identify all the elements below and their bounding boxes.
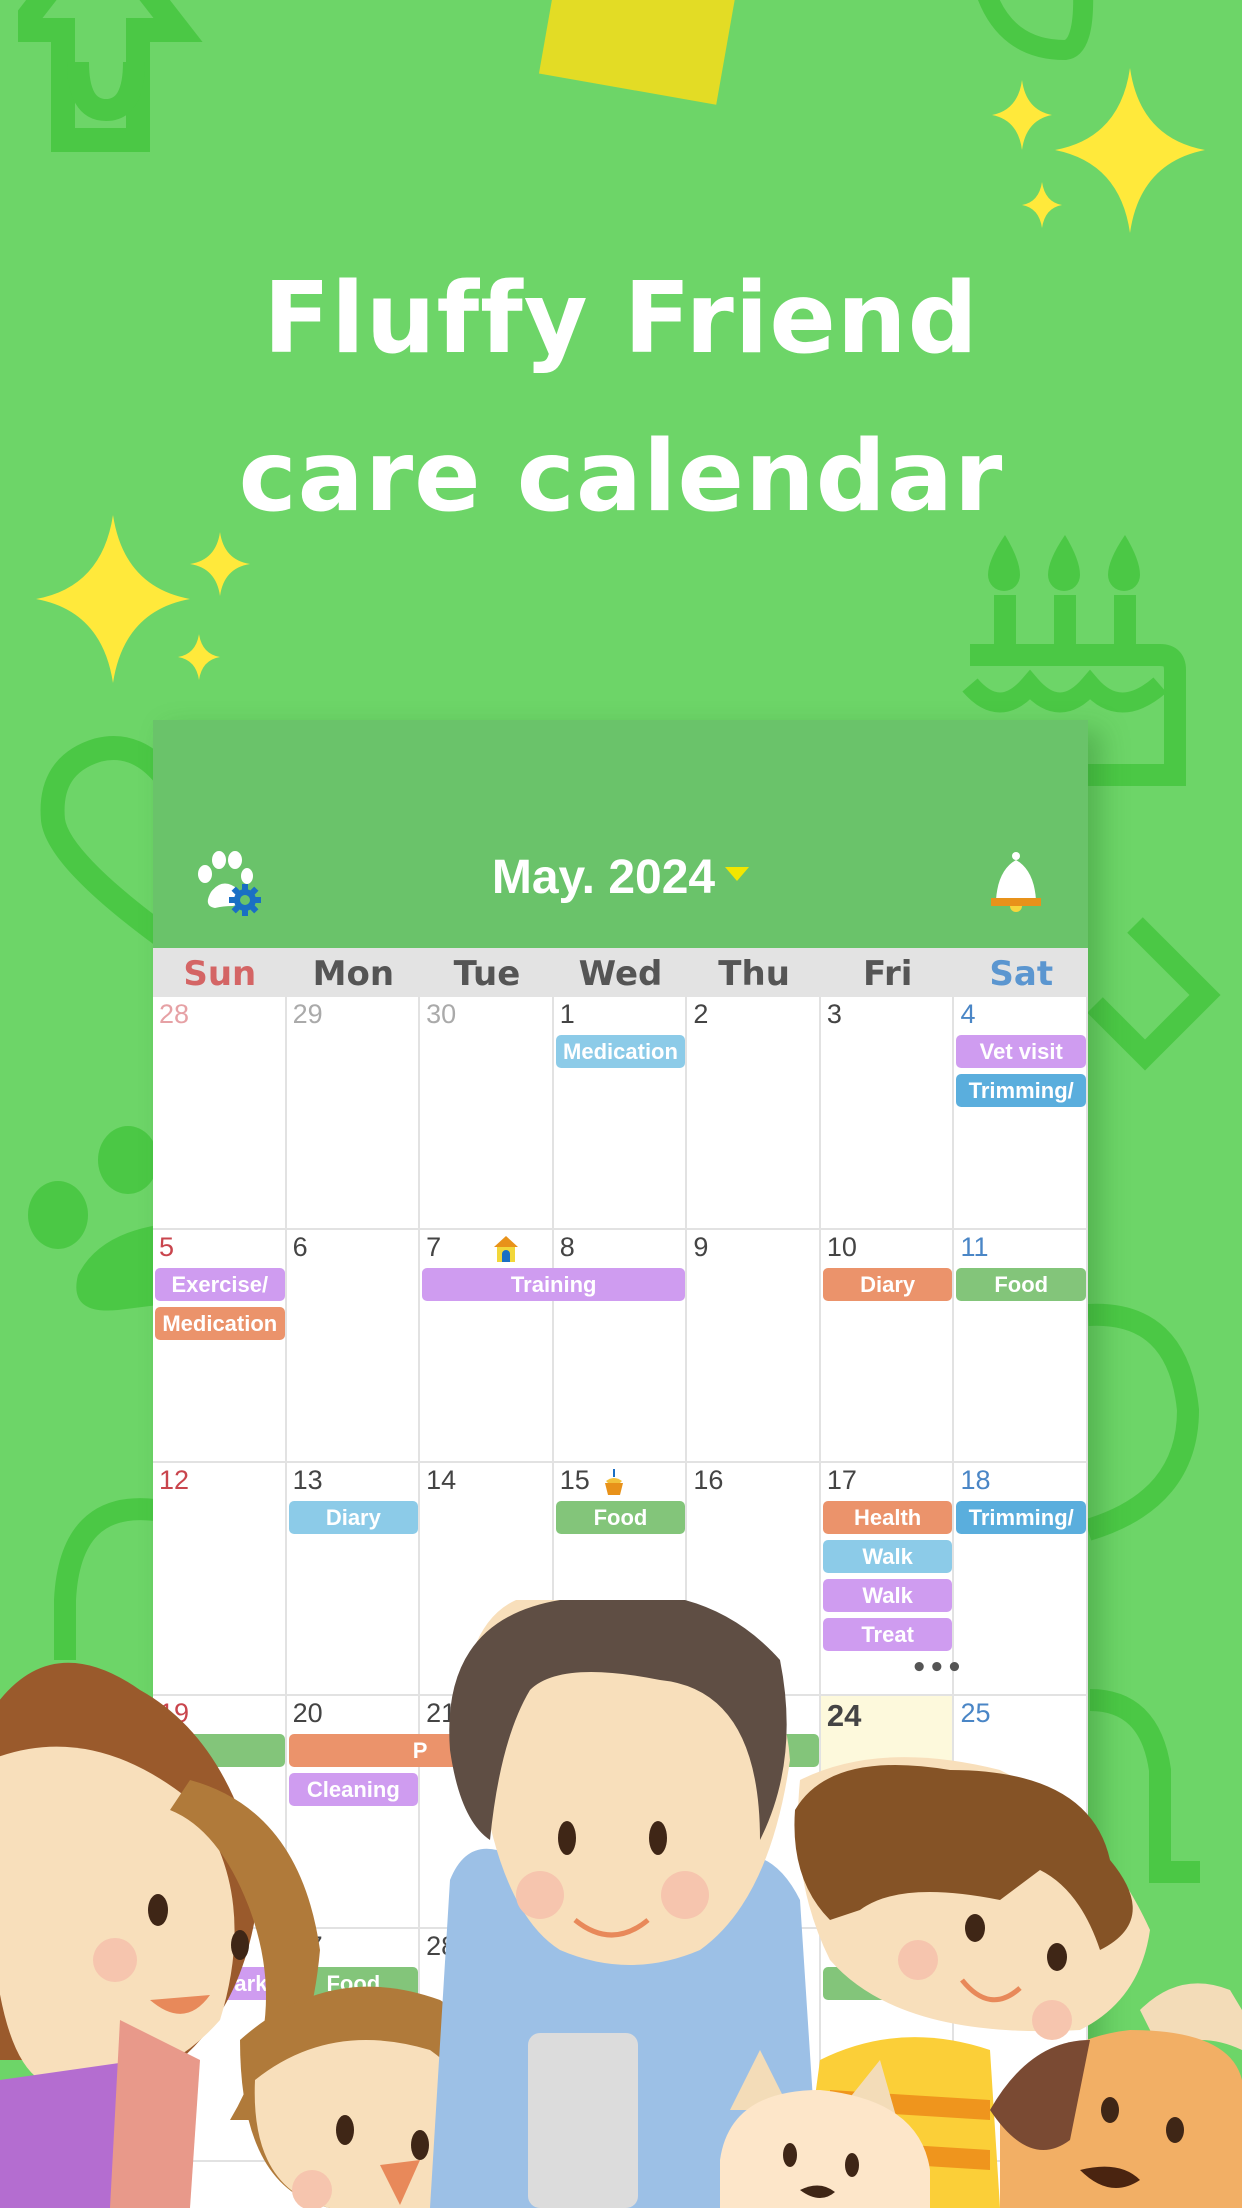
event-chip[interactable]: Diary bbox=[288, 1501, 419, 1534]
day-number: 15 bbox=[559, 1465, 590, 1495]
weekday-tue: Tue bbox=[453, 954, 521, 994]
day-number: 17 bbox=[826, 1465, 857, 1495]
weekday-mon: Mon bbox=[312, 954, 395, 994]
doghouse-icon bbox=[494, 1236, 519, 1262]
at-sign-outline-icon bbox=[1088, 1303, 1200, 1541]
day-number: 13 bbox=[292, 1465, 323, 1495]
day-number: 28 bbox=[159, 999, 190, 1029]
promo-title: Fluffy Friend care calendar bbox=[0, 240, 1242, 556]
day-number: 1 bbox=[559, 999, 575, 1029]
day-number: 18 bbox=[960, 1465, 991, 1495]
day-cell[interactable]: 7 bbox=[420, 1230, 554, 1461]
event-chip[interactable]: Diary bbox=[822, 1268, 953, 1301]
day-cell[interactable]: 1 bbox=[554, 997, 688, 1228]
family-pets-illustration bbox=[0, 1600, 1242, 2208]
leaf-outline-icon bbox=[978, 0, 1094, 60]
week-row: 5 6 7 8 9 10 11 Exercise/Medication Training Diar… bbox=[153, 1230, 1088, 1463]
day-number: 10 bbox=[826, 1232, 857, 1262]
day-cell[interactable]: 29 bbox=[287, 997, 421, 1228]
event-chip[interactable]: Training bbox=[422, 1268, 686, 1301]
sticky-note-decoration bbox=[538, 0, 738, 105]
promo-title-line1: Fluffy Friend bbox=[263, 262, 979, 376]
sparkle-small-icon bbox=[992, 80, 1052, 150]
house-outline-icon bbox=[18, 0, 203, 152]
event-chip[interactable]: Trimming/ bbox=[956, 1074, 1086, 1107]
event-chip[interactable]: Food bbox=[555, 1501, 686, 1534]
day-cell[interactable]: 5 bbox=[153, 1230, 287, 1461]
weekday-header: Sun Mon Tue Wed Thu Fri Sat bbox=[153, 948, 1088, 997]
day-number: 9 bbox=[693, 1232, 709, 1262]
day-cell[interactable]: 11 bbox=[954, 1230, 1088, 1461]
day-number: 6 bbox=[292, 1232, 308, 1262]
app-header: May. 2024 bbox=[153, 720, 1088, 948]
event-chip[interactable]: Walk bbox=[822, 1540, 953, 1573]
sparkle-large-icon bbox=[1055, 68, 1205, 233]
day-number: 16 bbox=[693, 1465, 724, 1495]
day-cell[interactable]: 30 bbox=[420, 997, 554, 1228]
day-cell[interactable]: 3 bbox=[821, 997, 955, 1228]
event-chip[interactable]: Food bbox=[956, 1268, 1086, 1301]
week-row: 28 29 30 1 2 3 4 Medication Vet visit Trimming/ bbox=[153, 997, 1088, 1230]
day-number: 7 bbox=[426, 1232, 442, 1262]
day-number: 14 bbox=[426, 1465, 457, 1495]
day-number: 12 bbox=[159, 1465, 190, 1495]
event-chip[interactable]: Medication bbox=[155, 1307, 285, 1340]
day-number: 29 bbox=[292, 999, 323, 1029]
paw-print-icon bbox=[28, 1126, 158, 1311]
event-chip[interactable]: Exercise/ bbox=[155, 1268, 285, 1301]
promo-title-line2: care calendar bbox=[238, 420, 1004, 534]
day-number: 2 bbox=[693, 999, 709, 1029]
day-cell[interactable]: 2 bbox=[687, 997, 821, 1228]
weekday-fri: Fri bbox=[862, 954, 913, 994]
day-number: 11 bbox=[960, 1232, 989, 1262]
birthday-cupcake-icon bbox=[604, 1469, 623, 1495]
day-cell[interactable]: 6 bbox=[287, 1230, 421, 1461]
event-chip[interactable]: Health bbox=[822, 1501, 953, 1534]
day-number: 4 bbox=[960, 999, 976, 1029]
day-cell[interactable]: 28 bbox=[153, 997, 287, 1228]
bell-icon[interactable] bbox=[988, 850, 1044, 916]
event-chip[interactable]: Medication bbox=[555, 1035, 686, 1068]
sparkle-tiny-icon bbox=[1022, 182, 1062, 228]
day-number: 5 bbox=[159, 1232, 175, 1262]
day-cell[interactable]: 9 bbox=[687, 1230, 821, 1461]
weekday-thu: Thu bbox=[718, 954, 790, 994]
event-chip[interactable]: Trimming/ bbox=[956, 1501, 1086, 1534]
day-cell[interactable]: 10 bbox=[821, 1230, 955, 1461]
tag-outline-icon bbox=[1087, 917, 1221, 1071]
month-label: May. 2024 bbox=[491, 851, 716, 904]
weekday-sun: Sun bbox=[183, 954, 257, 994]
day-number: 8 bbox=[559, 1232, 575, 1262]
caret-down-icon bbox=[725, 867, 750, 882]
sparkle-tiny-icon bbox=[178, 634, 220, 680]
weekday-sat: Sat bbox=[989, 954, 1054, 994]
event-chip[interactable]: Vet visit bbox=[956, 1035, 1086, 1068]
day-number: 30 bbox=[426, 999, 457, 1029]
day-number: 3 bbox=[826, 999, 842, 1029]
day-cell[interactable]: 8 bbox=[554, 1230, 688, 1461]
month-selector[interactable]: May. 2024 bbox=[153, 850, 1088, 905]
day-cell[interactable]: 4 bbox=[954, 997, 1088, 1228]
weekday-wed: Wed bbox=[578, 954, 663, 994]
